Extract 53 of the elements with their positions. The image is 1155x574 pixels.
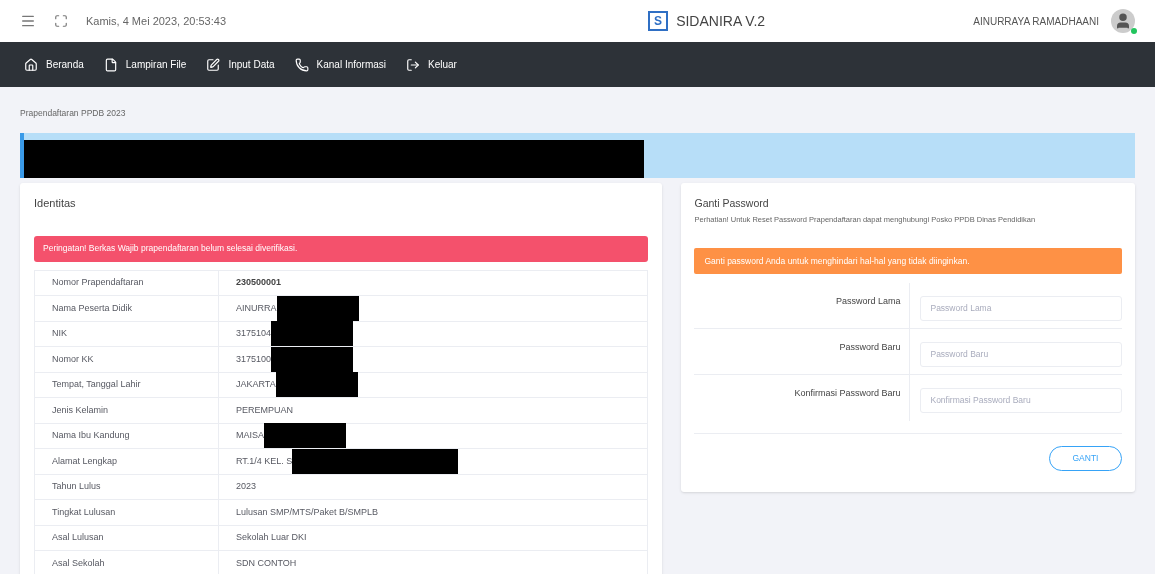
password-field[interactable]: Password Baru (920, 341, 1122, 367)
warning-alert: Peringatan! Berkas Wajib prapendaftaran belum selesai diverifikasi. (34, 235, 649, 262)
field-label: Tingkat Lulusan (35, 500, 219, 525)
file-icon (103, 57, 118, 72)
field-value: SDN CONTOH (236, 556, 297, 570)
field-value: 3175104 (236, 327, 272, 340)
date-time: Kamis, 4 Mei 2023, 20:53:43 (86, 13, 227, 29)
edit-icon (206, 57, 221, 72)
card-title: Ganti Password (694, 196, 770, 211)
nav-link[interactable]: Beranda (24, 57, 84, 72)
field-label: Asal Sekolah (35, 551, 219, 574)
person-icon (1114, 12, 1132, 30)
field-value: RT.1/4 KEL. S (236, 454, 293, 468)
password-field[interactable]: Konfirmasi Password Baru (920, 387, 1122, 413)
user-name: AINURRAYA RAMADHAANI (973, 14, 1099, 29)
nav-link[interactable]: Lampiran File (103, 57, 187, 72)
field-label: Konfirmasi Password Baru (794, 387, 901, 400)
home-icon (24, 57, 38, 72)
nav-link[interactable]: Keluar (406, 57, 457, 72)
fullscreen-icon[interactable] (54, 14, 68, 28)
nav-link[interactable]: Kanal Informasi (294, 57, 387, 72)
field-label: Tempat, Tanggal Lahir (35, 372, 219, 397)
app-title: SIDANIRA V.2 (676, 11, 766, 31)
warning-alert: Ganti password Anda untuk menghindari hal-hal yang tidak diinginkan. (694, 248, 1122, 274)
field-label: Password Baru (839, 341, 901, 354)
app-logo: S (648, 11, 669, 31)
logout-icon (406, 57, 421, 72)
field-value: JAKARTA (236, 378, 276, 391)
field-label: Nomor Prapendaftaran (35, 270, 219, 295)
user-avatar[interactable] (1111, 9, 1135, 33)
field-label: Alamat Lengkap (35, 449, 219, 474)
field-label: Asal Lulusan (35, 525, 219, 550)
field-value: 2023 (236, 480, 257, 493)
field-label: Nama Peserta Didik (35, 296, 219, 321)
password-field[interactable]: Password Lama (920, 295, 1122, 321)
field-label: Jenis Kelamin (35, 398, 219, 423)
field-label: NIK (35, 321, 219, 346)
field-label: Tahun Lulus (35, 474, 219, 499)
field-value: AINURRA (236, 301, 277, 315)
field-label: Password Lama (835, 295, 901, 308)
field-value: Sekolah Luar DKI (236, 531, 307, 544)
field-value: MAISA (236, 429, 264, 442)
field-value: Lulusan SMP/MTS/Paket B/SMPLB (236, 505, 379, 519)
menu-icon[interactable] (20, 13, 36, 29)
nav-link[interactable]: Input Data (206, 57, 275, 72)
field-label: Nama Ibu Kandung (35, 423, 219, 448)
breadcrumb: Prapendaftaran PPDB 2023 (20, 107, 127, 119)
field-value: PEREMPUAN (236, 403, 293, 417)
field-value: 3175100 (236, 352, 272, 366)
field-label: Nomor KK (35, 347, 219, 372)
field-value: 230500001 (236, 276, 282, 289)
phone-icon (294, 57, 309, 72)
card-title: Identitas (34, 196, 77, 211)
